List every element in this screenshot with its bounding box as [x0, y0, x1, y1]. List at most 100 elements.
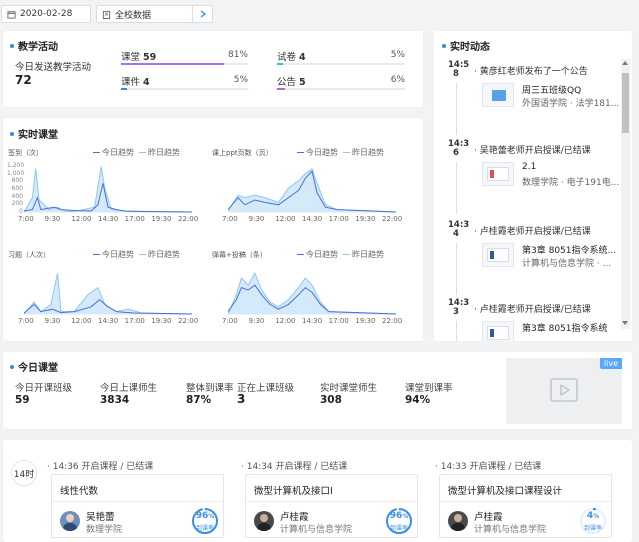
feed-item-thumbnail[interactable] [482, 243, 514, 267]
feed-item-title[interactable]: · 卢桂霞老师开启授课/已结课 [474, 302, 591, 315]
date-picker[interactable]: 2020-02-28 [1, 5, 91, 23]
attendance-rate-label: 到课率 [389, 525, 408, 532]
today-stat-label: 正在上课班级 [237, 383, 295, 394]
chevron-right-icon[interactable] [192, 6, 212, 22]
live-preview[interactable]: live [506, 358, 622, 424]
trend-chart [24, 273, 193, 315]
activity-item-class: 课堂 59 [121, 52, 157, 63]
legend-swatch-yesterday [343, 152, 350, 153]
avatar [448, 511, 468, 531]
x-tick-label: 17:00 [124, 317, 145, 325]
feed-scrollbar[interactable] [621, 59, 630, 329]
x-tick-label: 22:00 [178, 317, 199, 325]
legend-swatch-today [297, 152, 304, 153]
feed-scrollbar-thumb[interactable] [622, 73, 629, 133]
rate-unit: % [208, 513, 215, 520]
calendar-icon [7, 10, 16, 19]
courses-card: 14时 · 14:36 开启课程 / 已结课 线性代数 吴艳蕾 数理学院 96% 到… [3, 440, 632, 542]
avatar [60, 511, 80, 531]
chart-title: 课上ppt页数（页） [212, 149, 273, 157]
course-card[interactable]: 微型计算机及接口I 卢桂霞 计算机与信息学院 96% 到课率 [245, 474, 418, 538]
date-value: 2020-02-28 [20, 9, 73, 19]
x-tick-label: 19:30 [355, 317, 376, 325]
legend-today: 今日趋势 [102, 250, 134, 259]
legend-today: 今日趋势 [102, 148, 134, 157]
today-class-title: 今日课堂 [10, 359, 58, 374]
avatar-body [63, 523, 77, 531]
notice-icon [492, 90, 506, 101]
x-tick-label: 12:00 [71, 317, 92, 325]
legend-swatch-today [297, 254, 304, 255]
scroll-up-icon[interactable] [622, 61, 628, 65]
today-stat-value: 59 [15, 394, 30, 406]
x-tick-label: 19:30 [355, 215, 376, 223]
x-tick-label: 22:00 [382, 317, 403, 325]
today-stat-value: 3834 [100, 394, 130, 406]
series-yesterday-area [228, 168, 396, 212]
legend-today: 今日趋势 [306, 250, 338, 259]
building-icon [102, 10, 111, 19]
chart-legend[interactable]: 今日趋势 昨日趋势 [292, 249, 384, 260]
x-tick-label: 14:30 [302, 317, 323, 325]
legend-swatch-yesterday [343, 254, 350, 255]
chart-legend[interactable]: 今日趋势 昨日趋势 [88, 249, 180, 260]
realtime-class-title: 实时课堂 [10, 126, 58, 141]
x-tick-label: 12:00 [275, 215, 296, 223]
course-card[interactable]: 线性代数 吴艳蕾 数理学院 96% 到课率 [51, 474, 224, 538]
chart-title: 弹幕+投稿（条） [212, 251, 267, 259]
feed-time: 14:5 8 [448, 60, 470, 79]
course-college: 数理学院 [86, 525, 123, 535]
attendance-rate: 96% [195, 511, 215, 521]
trend-chart [228, 168, 397, 213]
today-activity-label: 今日发送教学活动 [15, 62, 92, 73]
course-teacher: 卢桂霞 [474, 512, 503, 523]
today-stat-value: 3 [237, 392, 246, 406]
hour-label: 14时 [13, 469, 35, 480]
feed-item-thumbnail[interactable] [482, 321, 514, 341]
rate-unit: % [593, 513, 600, 520]
bar-fill [277, 88, 285, 90]
feed-item-title[interactable]: · 吴艳蕾老师开启授课/已结课 [474, 143, 591, 156]
course-college: 计算机与信息学院 [280, 525, 353, 535]
feed-item-title[interactable]: · 卢桂霞老师开启授课/已结课 [474, 224, 591, 237]
y-tick-label: 1,200 [7, 162, 25, 169]
scope-select[interactable]: 全校数据 [96, 5, 213, 23]
today-stat-label: 今日上课师生 [100, 383, 158, 394]
x-tick-label: 12:00 [71, 215, 92, 223]
course-name: 微型计算机及接口课程设计 [448, 486, 563, 497]
today-stat-value: 308 [320, 394, 342, 406]
feed-item-thumbnail[interactable] [482, 83, 514, 107]
feed-time: 14:3 6 [448, 139, 470, 158]
avatar-body [451, 523, 465, 531]
live-feed-title: 实时动态 [442, 38, 490, 53]
bar-fill [121, 63, 224, 65]
x-tick-label: 9:30 [44, 215, 61, 223]
feed-item-thumbnail[interactable] [482, 162, 514, 186]
course-divider [440, 501, 611, 502]
x-tick-label: 14:30 [98, 317, 119, 325]
legend-swatch-today [93, 152, 100, 153]
chart-legend[interactable]: 今日趋势 昨日趋势 [292, 147, 384, 158]
chart-legend[interactable]: 今日趋势 昨日趋势 [88, 147, 180, 158]
feed-item-title[interactable]: · 黄彦红老师发布了一个公告 [474, 64, 588, 77]
feed-timeline [456, 243, 457, 295]
slide-preview [487, 326, 509, 340]
chart-title: 签到（次） [8, 149, 43, 157]
today-stat-value: 94% [405, 394, 431, 406]
scroll-down-icon[interactable] [622, 321, 628, 325]
attendance-rate-label: 到课率 [195, 525, 214, 532]
scope-value: 全校数据 [115, 10, 152, 21]
legend-yesterday: 昨日趋势 [352, 250, 384, 259]
course-teacher: 吴艳蕾 [86, 512, 115, 523]
slide-preview [487, 248, 509, 262]
feed-item-name: 第3章 8051指令系统 [522, 324, 608, 334]
x-tick-label: 7:00 [222, 317, 238, 325]
play-icon[interactable] [550, 378, 578, 402]
course-teacher: 卢桂霞 [280, 512, 309, 523]
today-stat-label: 实时课堂师生 [320, 383, 378, 394]
course-card[interactable]: 微型计算机及接口课程设计 卢桂霞 计算机与信息学院 4% 到课率 [439, 474, 612, 538]
feed-time: 14:3 4 [448, 220, 470, 239]
teaching-activity-card: 教学活动 今日发送教学活动 72 课堂 59 81% 课件 4 5% 试卷 4 … [3, 31, 423, 107]
feed-timeline [456, 162, 457, 214]
y-tick-label: 0 [19, 208, 23, 215]
